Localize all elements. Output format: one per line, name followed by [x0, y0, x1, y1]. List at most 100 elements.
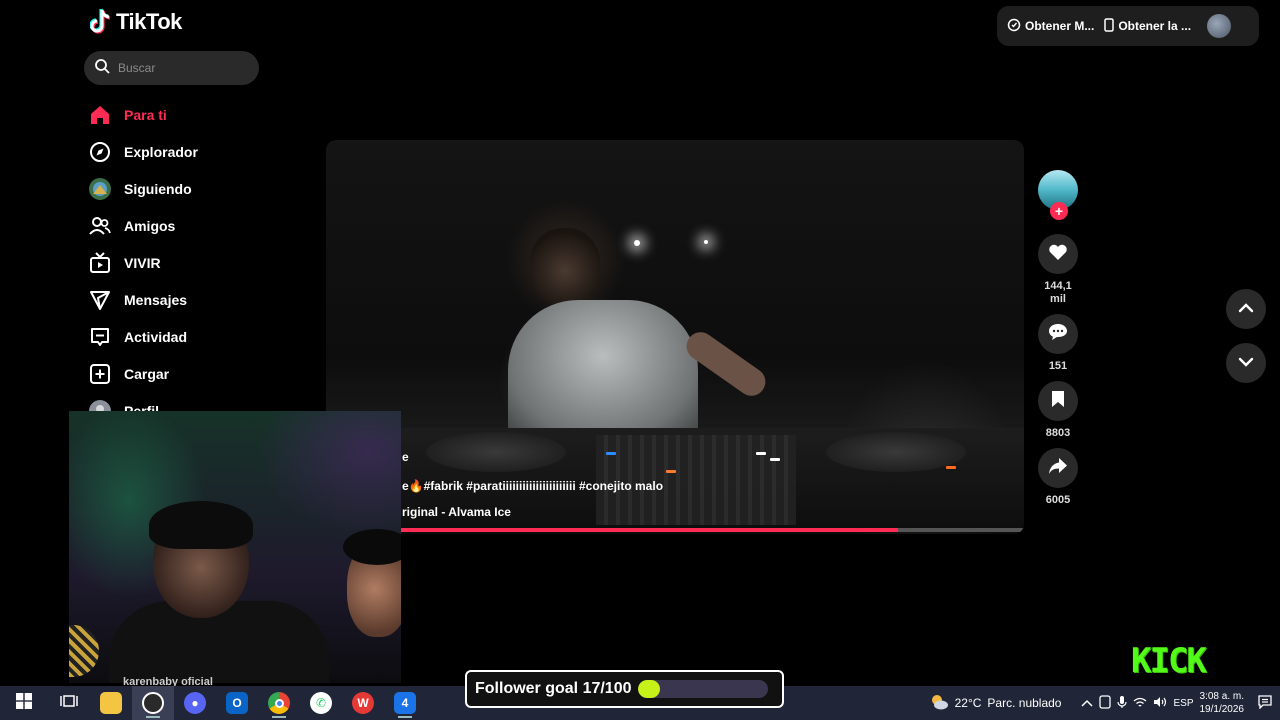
avatar-icon: [88, 177, 112, 201]
tiktok-logo[interactable]: TikTok: [89, 8, 182, 36]
search-input[interactable]: [118, 61, 248, 75]
sidebar-item-vivir[interactable]: VIVIR: [88, 244, 308, 281]
webcam-overlay: [69, 411, 401, 683]
sidebar-item-label: Mensajes: [124, 291, 188, 308]
chair-pattern: [69, 625, 99, 677]
inbox-icon: [88, 325, 112, 349]
kick-logo: KICK: [1131, 641, 1207, 681]
microphone-icon[interactable]: [1117, 695, 1128, 712]
mixer-led: [606, 452, 616, 455]
mixer-led: [666, 470, 676, 473]
notifications-icon[interactable]: [1258, 694, 1272, 712]
video-player[interactable]: e e🔥#fabrik #paratiiiiiiiiiiiiiiiiiiiiii…: [326, 140, 1024, 534]
coin-icon: [1007, 18, 1021, 35]
search-icon: [94, 58, 110, 79]
chevron-up-icon[interactable]: [1081, 696, 1094, 710]
stage-light: [634, 240, 640, 246]
follower-goal-label: Follower goal 17/100: [475, 680, 632, 697]
mixer-led: [756, 452, 766, 455]
video-sound[interactable]: riginal - Alvama Ice: [402, 505, 511, 519]
get-app-link[interactable]: Obtener la ...: [1104, 17, 1192, 35]
comment-button[interactable]: [1038, 314, 1078, 354]
sidebar-item-label: Para ti: [124, 106, 167, 123]
chrome-button[interactable]: [258, 686, 300, 720]
previous-video-button[interactable]: [1226, 289, 1266, 329]
home-icon: [88, 103, 112, 127]
network-app-icon[interactable]: [1099, 694, 1112, 712]
outlook-badge-button[interactable]: 4: [384, 686, 426, 720]
share-count: 6005: [1045, 494, 1071, 506]
sidebar-item-label: Amigos: [124, 217, 176, 234]
obs-button[interactable]: [132, 686, 174, 720]
file-explorer-icon: [100, 692, 122, 714]
bookmark-icon: [1051, 390, 1065, 413]
comment-count: 151: [1048, 360, 1068, 372]
follower-goal-widget: Follower goal 17/100: [465, 670, 784, 708]
get-coins-link[interactable]: Obtener M...: [1007, 18, 1094, 35]
heart-icon: [1048, 243, 1068, 266]
outlook-button[interactable]: O: [216, 686, 258, 720]
windows-start-icon: [16, 692, 32, 714]
sidebar-item-explorador[interactable]: Explorador: [88, 133, 308, 170]
save-button[interactable]: [1038, 381, 1078, 421]
video-author-name[interactable]: e: [402, 450, 409, 464]
discord-icon: ●: [184, 692, 206, 714]
outlook-icon: O: [226, 692, 248, 714]
dj-body: [508, 300, 698, 440]
discord-button[interactable]: ●: [174, 686, 216, 720]
video-progress-bar[interactable]: [326, 528, 1024, 532]
friends-icon: [88, 214, 112, 238]
sidebar-item-para-ti[interactable]: Para ti: [88, 96, 308, 133]
chevron-down-icon: [1238, 354, 1254, 372]
input-language[interactable]: ESP: [1173, 698, 1193, 709]
wps-button[interactable]: W: [342, 686, 384, 720]
action-rail: + 144,1 mil 151 8803 6005: [1036, 170, 1080, 507]
search-bar[interactable]: [84, 51, 259, 85]
compass-icon: [88, 140, 112, 164]
sidebar-item-amigos[interactable]: Amigos: [88, 207, 308, 244]
wifi-icon[interactable]: [1133, 696, 1147, 711]
file-explorer-button[interactable]: [90, 686, 132, 720]
sidebar-item-mensajes[interactable]: Mensajes: [88, 281, 308, 318]
get-app-label: Obtener la ...: [1118, 19, 1192, 33]
system-clock[interactable]: 3:08 a. m. 19/1/2026: [1200, 690, 1245, 716]
plus-square-icon: [88, 362, 112, 386]
jog-wheel: [426, 432, 566, 472]
sidebar-item-label: Cargar: [124, 365, 170, 382]
sidebar-item-actividad[interactable]: Actividad: [88, 318, 308, 355]
top-right-toolbar: Obtener M... Obtener la ...: [997, 6, 1259, 46]
save-count: 8803: [1045, 427, 1071, 439]
comment-icon: [1048, 323, 1068, 346]
get-coins-label: Obtener M...: [1025, 19, 1095, 33]
live-tv-icon: [88, 251, 112, 275]
wps-icon: W: [352, 692, 374, 714]
phone-icon: [1104, 17, 1115, 35]
volume-icon[interactable]: [1153, 696, 1167, 711]
like-count: 144,1 mil: [1044, 280, 1072, 305]
windows-start-button[interactable]: [0, 686, 48, 720]
sidebar-item-label: VIVIR: [124, 254, 161, 271]
weather-temperature[interactable]: 22°C: [955, 696, 982, 710]
task-view-button[interactable]: [48, 686, 90, 720]
sidebar-item-label: Explorador: [124, 143, 198, 160]
sidebar-item-cargar[interactable]: Cargar: [88, 355, 308, 392]
whatsapp-button[interactable]: ✆: [300, 686, 342, 720]
system-tray: 22°C Parc. nublado ESP 3:08 a. m. 19/1/2…: [929, 686, 1280, 720]
user-avatar[interactable]: [1207, 14, 1232, 38]
jog-wheel: [826, 432, 966, 472]
stage-light: [704, 240, 708, 244]
next-video-button[interactable]: [1226, 343, 1266, 383]
weather-description[interactable]: Parc. nublado: [987, 696, 1061, 710]
sidebar-item-siguiendo[interactable]: Siguiendo: [88, 170, 308, 207]
chrome-icon: [268, 692, 290, 714]
clock-date: 19/1/2026: [1199, 704, 1245, 715]
share-arrow-icon: [1048, 457, 1068, 480]
mixer-led: [770, 458, 780, 461]
like-button[interactable]: [1038, 234, 1078, 274]
follow-button[interactable]: +: [1050, 202, 1068, 220]
sidebar-item-label: Siguiendo: [124, 180, 192, 197]
author-avatar[interactable]: +: [1038, 170, 1078, 220]
whatsapp-icon: ✆: [310, 692, 332, 714]
task-view-icon: [60, 693, 78, 714]
share-button[interactable]: [1038, 448, 1078, 488]
